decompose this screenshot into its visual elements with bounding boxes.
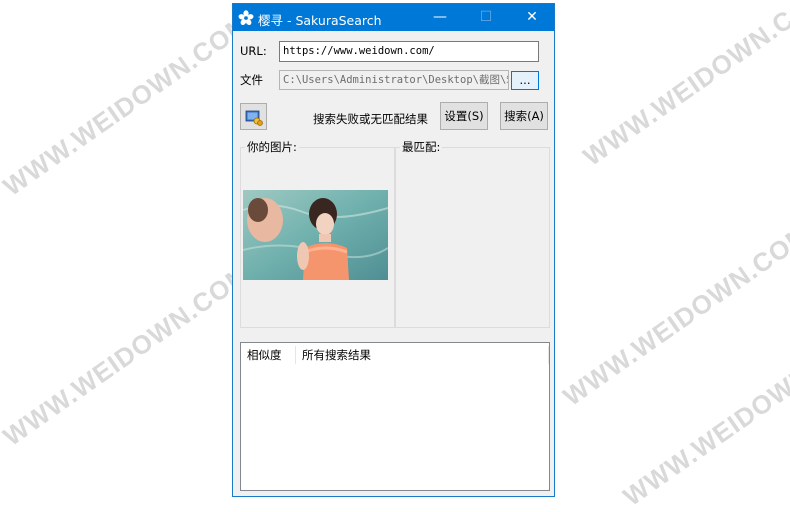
watermark: WWW.WEIDOWN.COM xyxy=(577,0,790,172)
search-button[interactable]: 搜索(A) xyxy=(500,102,548,130)
minimize-button[interactable]: — xyxy=(417,4,463,31)
file-path-field[interactable]: C:\Users\Administrator\Desktop\截图\筑 xyxy=(279,70,509,90)
best-match-label: 最匹配: xyxy=(400,139,443,155)
app-window: 樱寻 - SakuraSearch — ☐ ✕ URL: https://www… xyxy=(232,3,555,497)
your-image-label: 你的图片: xyxy=(245,139,299,155)
column-header-similarity[interactable]: 相似度 xyxy=(241,343,295,367)
sakura-flower-icon xyxy=(238,10,254,26)
file-label: 文件 xyxy=(240,73,263,87)
best-match-panel xyxy=(395,147,550,328)
column-divider[interactable] xyxy=(548,346,549,364)
column-header-all-results[interactable]: 所有搜索结果 xyxy=(296,343,548,367)
watermark: WWW.WEIDOWN.COM xyxy=(0,258,256,452)
query-image-thumbnail xyxy=(243,190,388,280)
watermark: WWW.WEIDOWN.COM xyxy=(557,218,790,412)
image-tool-button[interactable] xyxy=(240,103,267,130)
settings-button[interactable]: 设置(S) xyxy=(440,102,488,130)
url-input[interactable]: https://www.weidown.com/ xyxy=(279,41,539,62)
close-button[interactable]: ✕ xyxy=(509,4,555,31)
maximize-button[interactable]: ☐ xyxy=(463,4,509,31)
image-search-icon xyxy=(245,110,263,126)
results-list[interactable]: 相似度 所有搜索结果 xyxy=(240,342,550,491)
status-text: 搜索失败或无匹配结果 xyxy=(313,112,428,126)
watermark: WWW.WEIDOWN.COM xyxy=(617,318,790,512)
title-bar[interactable]: 樱寻 - SakuraSearch — ☐ ✕ xyxy=(233,4,554,31)
url-label: URL: xyxy=(240,44,267,58)
browse-button[interactable]: ... xyxy=(511,71,539,90)
watermark: WWW.WEIDOWN.COM xyxy=(0,8,256,202)
window-title: 樱寻 - SakuraSearch xyxy=(258,13,382,28)
